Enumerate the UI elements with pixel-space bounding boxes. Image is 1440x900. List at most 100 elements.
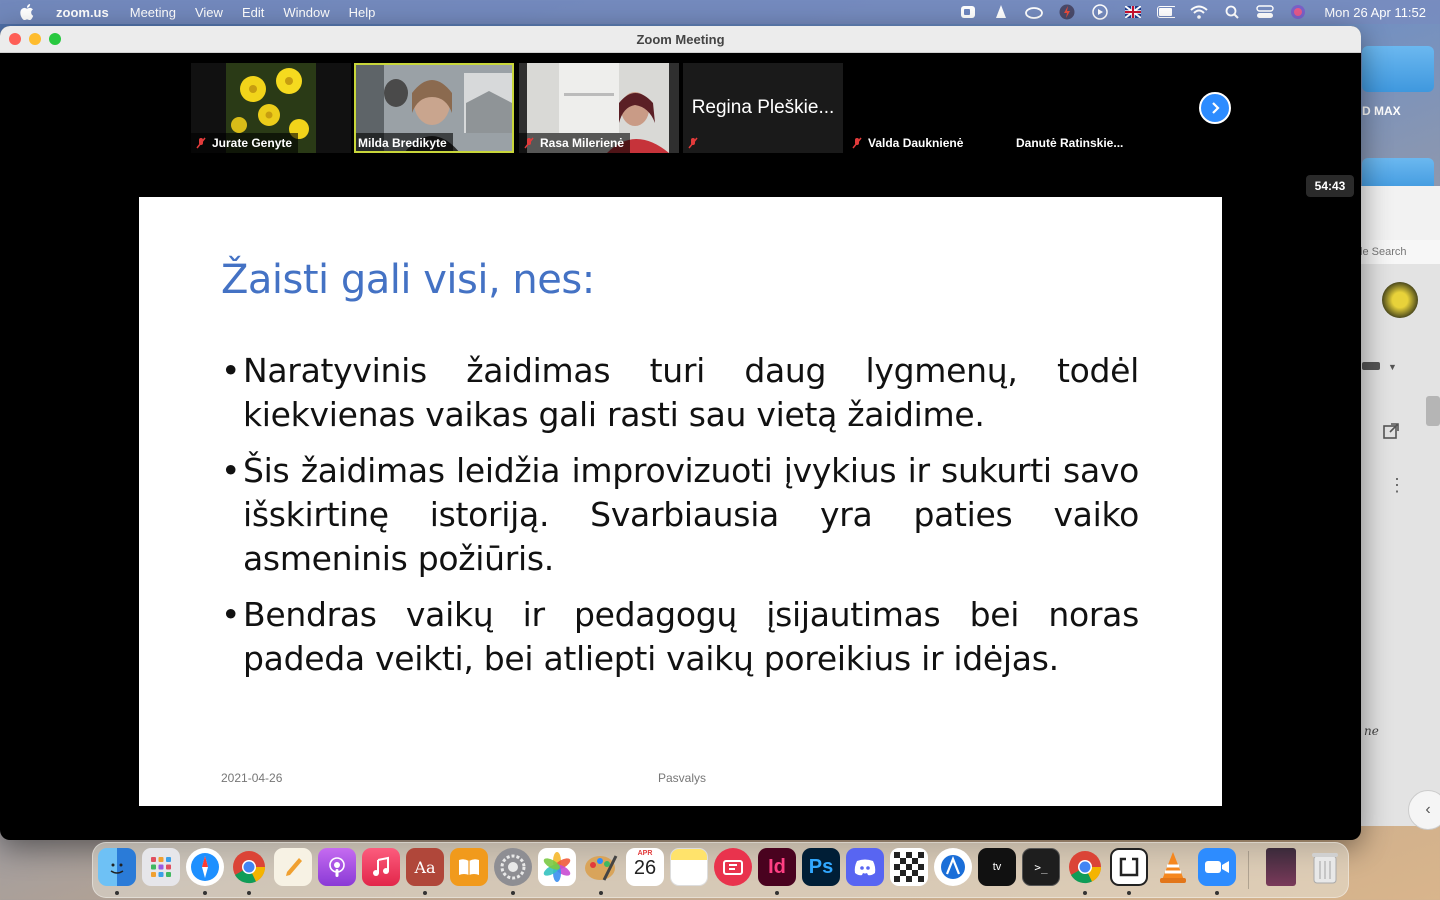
- launchpad-icon[interactable]: [142, 848, 180, 886]
- open-external-icon[interactable]: [1382, 422, 1400, 440]
- apple-tv-icon[interactable]: tv: [978, 848, 1016, 886]
- bullet-dot: •: [221, 351, 241, 390]
- finder-icon[interactable]: [98, 848, 136, 886]
- zoom-window: Zoom Meeting Jurate Genyte Milda Brediky…: [0, 26, 1361, 840]
- background-italic-text: ne: [1364, 724, 1379, 738]
- music-icon[interactable]: [362, 848, 400, 886]
- paintbrush-icon[interactable]: [582, 848, 620, 886]
- shared-screen-slide: Žaisti gali visi, nes: • Naratyvinis žai…: [139, 197, 1222, 806]
- muted-mic-icon: [852, 137, 862, 149]
- running-indicator: [775, 891, 779, 895]
- slide-bullet-text: Naratyvinis žaidimas turi daug lygmenų, …: [243, 351, 1139, 434]
- calendar-day: 26: [633, 857, 657, 879]
- menu-help[interactable]: Help: [349, 5, 376, 20]
- running-indicator: [247, 891, 251, 895]
- vlc-status-icon[interactable]: [992, 4, 1010, 20]
- participant-name-bar: Danutė Ratinskie...: [1011, 133, 1129, 153]
- desktop-folder-label: D MAX: [1362, 104, 1401, 118]
- muted-mic-icon: [524, 137, 534, 149]
- slide-bullet: • Šis žaidimas leidžia improvizuoti įvyk…: [221, 449, 1139, 581]
- menu-bar: zoom.us Meeting View Edit Window Help Mo…: [0, 0, 1440, 24]
- photoshop-icon[interactable]: Ps: [802, 848, 840, 886]
- chevron-left-icon[interactable]: ‹: [1408, 790, 1440, 830]
- calendar-icon[interactable]: APR 26: [626, 848, 664, 886]
- pages-icon[interactable]: [274, 848, 312, 886]
- apple-menu-icon[interactable]: [20, 4, 40, 20]
- participant-name: Jurate Genyte: [212, 136, 293, 150]
- photos-icon[interactable]: [538, 848, 576, 886]
- chevron-right-icon: [1212, 102, 1220, 114]
- participant-name-bar: Jurate Genyte: [191, 133, 299, 153]
- chevron-down-icon[interactable]: ▼: [1388, 362, 1397, 372]
- system-preferences-icon[interactable]: [494, 848, 532, 886]
- participant-tile-valda[interactable]: Valda Dauknienė: [847, 63, 1007, 153]
- safari-icon[interactable]: [186, 848, 224, 886]
- books-icon[interactable]: [450, 848, 488, 886]
- calendar-month: APR: [637, 850, 653, 857]
- dictionary-icon[interactable]: Aa: [406, 848, 444, 886]
- status-area: Mon 26 Apr 11:52: [959, 0, 1440, 24]
- control-center-icon[interactable]: [1256, 4, 1275, 20]
- wifi-icon[interactable]: [1190, 4, 1208, 20]
- photo-thumbnail-icon[interactable]: [1266, 848, 1296, 886]
- muted-mic-icon: [688, 137, 698, 149]
- battery-icon[interactable]: [1157, 4, 1176, 20]
- spotlight-search-icon[interactable]: [1223, 4, 1241, 20]
- next-page-button[interactable]: [1199, 92, 1231, 124]
- participant-name-bar: Rasa Milerienė: [519, 133, 631, 153]
- participant-name-bar: [683, 133, 710, 153]
- desktop-folder-icon[interactable]: [1362, 46, 1434, 92]
- bullet-dot: •: [221, 451, 241, 490]
- menu-view[interactable]: View: [195, 5, 223, 20]
- keyboard-icon[interactable]: [1362, 362, 1380, 370]
- participant-name: Rasa Milerienė: [540, 136, 625, 150]
- menu-meeting[interactable]: Meeting: [130, 5, 176, 20]
- slide-bullet-list: • Naratyvinis žaidimas turi daug lygmenų…: [221, 349, 1139, 693]
- menu-window[interactable]: Window: [283, 5, 329, 20]
- avatar[interactable]: [1382, 282, 1418, 318]
- discord-icon[interactable]: [846, 848, 884, 886]
- meeting-timer: 54:43: [1306, 175, 1354, 197]
- creative-cloud-icon[interactable]: [1025, 4, 1044, 20]
- chess-icon[interactable]: [890, 848, 928, 886]
- more-options-icon[interactable]: ⋮: [1388, 476, 1406, 494]
- chrome-icon-2[interactable]: [1066, 848, 1104, 886]
- menubar-clock[interactable]: Mon 26 Apr 11:52: [1324, 5, 1426, 20]
- participant-tile-rasa[interactable]: Rasa Milerienė: [519, 63, 679, 153]
- participant-name-bar: Milda Bredikyte: [356, 133, 453, 151]
- podcasts-icon[interactable]: [318, 848, 356, 886]
- play-status-icon[interactable]: [1091, 4, 1109, 20]
- participant-tile-milda[interactable]: Milda Bredikyte: [354, 63, 514, 153]
- uk-flag-icon[interactable]: [1124, 4, 1142, 20]
- participant-display-name: Regina Pleškie...: [691, 97, 835, 118]
- trash-icon[interactable]: [1306, 848, 1344, 886]
- running-indicator: [115, 891, 119, 895]
- menu-app-zoom[interactable]: zoom.us: [56, 5, 109, 20]
- running-indicator: [1215, 891, 1219, 895]
- zoom-status-icon[interactable]: [959, 4, 977, 20]
- participant-name: Valda Dauknienė: [868, 136, 964, 150]
- participant-tile-jurate[interactable]: Jurate Genyte: [191, 63, 351, 153]
- xcode-instruments-icon[interactable]: [934, 848, 972, 886]
- vlc-icon[interactable]: [1154, 848, 1192, 886]
- zoom-app-icon[interactable]: [1198, 848, 1236, 886]
- speedtest-icon[interactable]: [714, 848, 752, 886]
- screen-capture-icon[interactable]: [1110, 848, 1148, 886]
- terminal-icon[interactable]: >_: [1022, 848, 1060, 886]
- slide-bullet-text: Šis žaidimas leidžia improvizuoti įvykiu…: [243, 451, 1139, 578]
- running-indicator: [511, 891, 515, 895]
- dock-separator: [1248, 851, 1249, 889]
- running-indicator: [203, 891, 207, 895]
- menu-edit[interactable]: Edit: [242, 5, 264, 20]
- chrome-icon[interactable]: [230, 848, 268, 886]
- slide-bullet-text: Bendras vaikų ir pedagogų įsijautimas be…: [243, 595, 1139, 678]
- participant-tile-regina[interactable]: Regina Pleškie...: [683, 63, 843, 153]
- scrollbar-thumb[interactable]: [1426, 396, 1440, 426]
- slide-bullet: • Bendras vaikų ir pedagogų įsijautimas …: [221, 593, 1139, 681]
- notes-icon[interactable]: [670, 848, 708, 886]
- participant-tile-danute[interactable]: Danutė Ratinskie...: [1011, 63, 1171, 153]
- lightning-app-icon[interactable]: [1058, 4, 1076, 20]
- participant-name: Milda Bredikyte: [358, 136, 447, 150]
- siri-icon[interactable]: [1289, 4, 1307, 20]
- indesign-icon[interactable]: Id: [758, 848, 796, 886]
